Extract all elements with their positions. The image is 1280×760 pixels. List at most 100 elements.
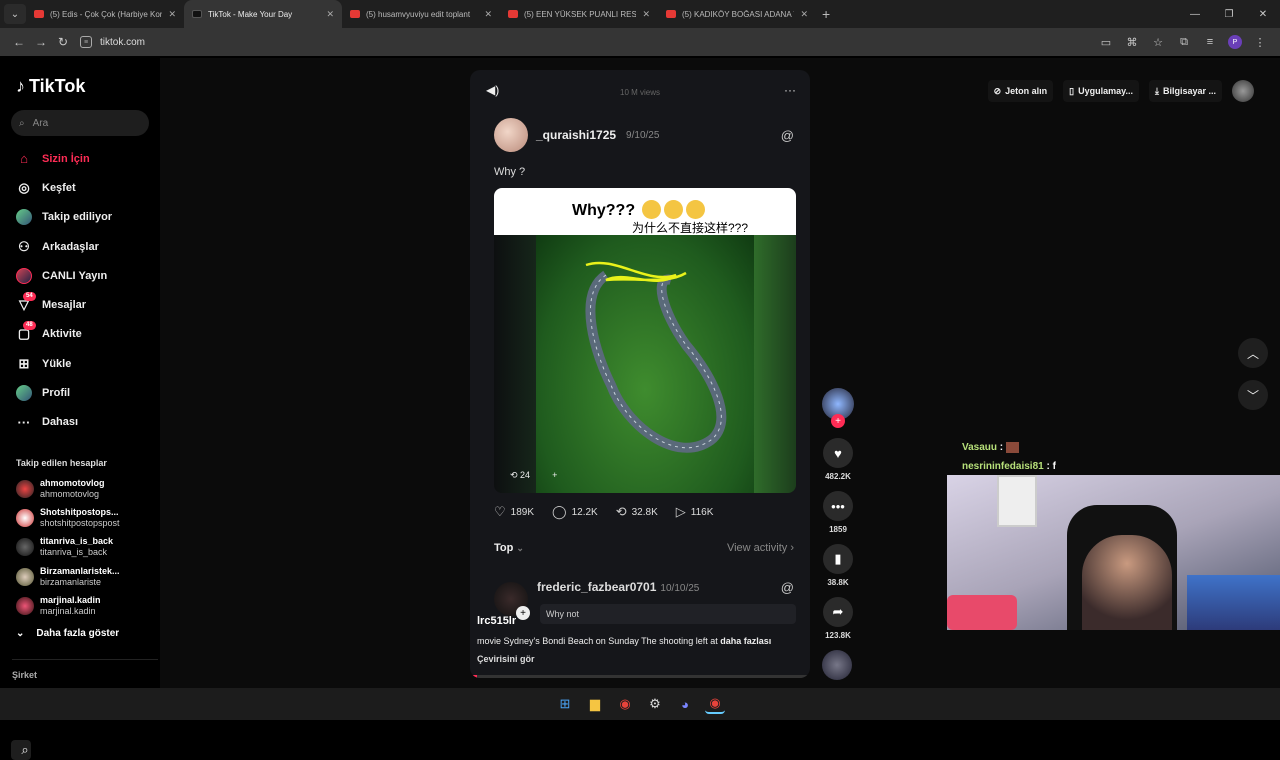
nav-item-more[interactable]: ··· Dahası [16,408,146,437]
sort-dropdown[interactable]: Top ⌄ [494,542,524,554]
following-account[interactable]: ahmomotovlog ahmomotovlog [16,474,156,503]
account-handle: marjinal.kadin [40,605,96,616]
comment-username[interactable]: frederic_fazbear0701 10/10/25 [537,580,699,594]
nav-item-upload[interactable]: ⊞ Yükle [16,349,146,378]
tiktok-logo[interactable]: ♪ TikTok [16,76,85,97]
nav-label: Aktivite [42,328,82,341]
close-icon[interactable]: ✕ [484,9,492,20]
nav-item-for-you[interactable]: ⌂ Sizin İçin [16,144,146,173]
close-icon[interactable]: ✕ [800,9,808,20]
app-icon[interactable]: ⚙ [645,694,665,714]
site-info-icon[interactable]: ≡ [80,36,92,48]
video-player[interactable]: ◀) 10 M views ··· _quraishi1725 9/10/25 … [470,70,810,678]
post-avatar[interactable] [494,118,528,152]
volume-icon[interactable]: ◀) [486,83,499,97]
browser-tab[interactable]: (5) Edis - Çok Çok (Harbiye Kon ✕ [26,0,184,28]
nav-item-following[interactable]: Takip ediliyor [16,203,146,232]
likes-stat[interactable]: ♡ 189K [494,504,534,520]
close-icon[interactable]: ✕ [642,9,650,20]
like-count: 482.2K [825,472,851,481]
view-activity-link[interactable]: View activity › [727,542,794,554]
media-icon[interactable]: ≡ [1202,36,1218,48]
reposts-stat[interactable]: ⟲ 32.8K [616,504,658,520]
creator-avatar[interactable]: + [822,388,854,428]
next-video-button[interactable]: ﹀ [1238,380,1268,410]
more-icon: ··· [17,414,31,430]
chrome-active-icon[interactable]: ◉ [705,694,725,714]
music-disc[interactable] [822,650,852,680]
close-icon[interactable]: ✕ [326,9,334,20]
comment-action[interactable]: ••• 1859 [822,491,854,534]
see-translation-link[interactable]: Çevirisini gör [477,654,535,664]
cast-icon[interactable]: ▭ [1098,36,1114,49]
like-action[interactable]: ♥ 482.2K [822,438,854,481]
divider [12,659,158,660]
nav-item-live[interactable]: CANLI Yayın [16,261,146,290]
video-progress-bar[interactable] [470,675,810,678]
company-link[interactable]: Şirket [12,670,37,680]
browser-tab[interactable]: (5) KADIKÖY BOĞASI ADANA Y ✕ [658,0,816,28]
avatar [16,596,34,615]
repost-count: 24 [520,470,531,480]
nav-item-messages[interactable]: ▽ 54 Mesajlar [16,290,146,319]
show-more-button[interactable]: ⌄ Daha fazla göster [16,628,119,639]
windows-start-icon[interactable]: ⊞ [555,694,575,714]
profile-avatar[interactable]: P [1228,35,1242,49]
share-action[interactable]: ➦ 123.8K [822,597,854,640]
browser-toolbar: ▭ ⌘ ☆ ⧉ ≡ P ⋮ [1098,35,1268,49]
address-bar: ← → ↻ ≡ tiktok.com ▭ ⌘ ☆ ⧉ ≡ P ⋮ [0,28,1280,56]
star-icon[interactable]: ☆ [1150,36,1166,49]
file-explorer-icon[interactable]: ▆ [585,694,605,714]
forward-icon[interactable]: → [30,31,52,53]
chrome-icon[interactable]: ◉ [615,694,635,714]
search-input[interactable]: ⌕ Ara [11,110,149,136]
desktop-app-button[interactable]: ⤓ Bilgisayar ... [1148,80,1222,102]
caption-more-link[interactable]: daha fazlası [720,636,771,646]
video-author[interactable]: lrc515lr [477,615,516,627]
get-app-button[interactable]: ▯ Uygulamay... [1063,80,1139,102]
following-account[interactable]: marjinal.kadin marjinal.kadin [16,591,156,620]
get-coins-button[interactable]: ⊘ Jeton alın [987,80,1054,102]
add-icon[interactable]: + [552,470,557,481]
header-actions: ⊘ Jeton alın ▯ Uygulamay... ⤓ Bilgisayar… [987,80,1254,102]
extensions-icon[interactable]: ⧉ [1176,36,1192,49]
nav-item-friends[interactable]: ⚇ Arkadaşlar [16,232,146,261]
previous-video-button[interactable]: ︿ [1238,338,1268,368]
nav-item-profile[interactable]: Profil [16,378,146,407]
maximize-icon[interactable]: ❐ [1212,0,1246,28]
save-action[interactable]: ▮ 38.8K [822,544,854,587]
reload-icon[interactable]: ↻ [52,31,74,53]
close-icon[interactable]: ✕ [168,9,176,20]
translate-icon[interactable]: ⌘ [1124,36,1140,49]
close-window-icon[interactable]: ✕ [1246,0,1280,28]
tab-search-button[interactable]: ⌄ [4,4,26,24]
browser-tab[interactable]: (5) husamvyuviyu edit toplant ✕ [342,0,500,28]
follow-plus-icon[interactable]: + [516,606,530,620]
nav-item-activity[interactable]: ▢ 48 Aktivite [16,320,146,349]
kebab-menu-icon[interactable]: ⋮ [1252,36,1268,49]
repost-counter[interactable]: ⟲ 24 [510,470,530,481]
chevron-down-icon: ⌄ [16,628,25,639]
video-top-bar: ◀) 10 M views ··· [470,70,810,110]
caption-text: movie Sydney's Bondi Beach on Sunday The… [477,636,718,646]
post-username[interactable]: _quraishi1725 [536,128,616,142]
comments-stat[interactable]: ◯ 12.2K [552,504,598,520]
user-avatar[interactable] [1232,80,1254,102]
discord-icon[interactable]: ◕ [675,694,695,714]
search-icon[interactable]: ⌕ [11,740,31,760]
more-options-icon[interactable]: ··· [784,83,796,97]
follow-plus-icon[interactable]: + [831,414,845,428]
following-account[interactable]: titanriva_is_back titanriva_is_back [16,533,156,562]
url-field[interactable]: ≡ tiktok.com [80,31,1098,53]
browser-tab-active[interactable]: TikTok - Make Your Day ✕ [184,0,342,28]
new-tab-button[interactable]: + [822,6,830,22]
chevron-right-icon: › [790,542,794,554]
following-account[interactable]: Birzamanlaristek... birzamanlariste [16,562,156,591]
back-icon[interactable]: ← [8,31,30,53]
account-name: ahmomotovlog [40,477,105,488]
nav-item-explore[interactable]: ◎ Keşfet [16,173,146,202]
minimize-icon[interactable]: — [1178,0,1212,28]
browser-tab[interactable]: (5) EEN YÜKSEK PUANLI RESTO ✕ [500,0,658,28]
following-account[interactable]: Shotshitpostops... shotshitpostopspost [16,503,156,532]
shares-stat[interactable]: ▷ 116K [676,504,714,520]
